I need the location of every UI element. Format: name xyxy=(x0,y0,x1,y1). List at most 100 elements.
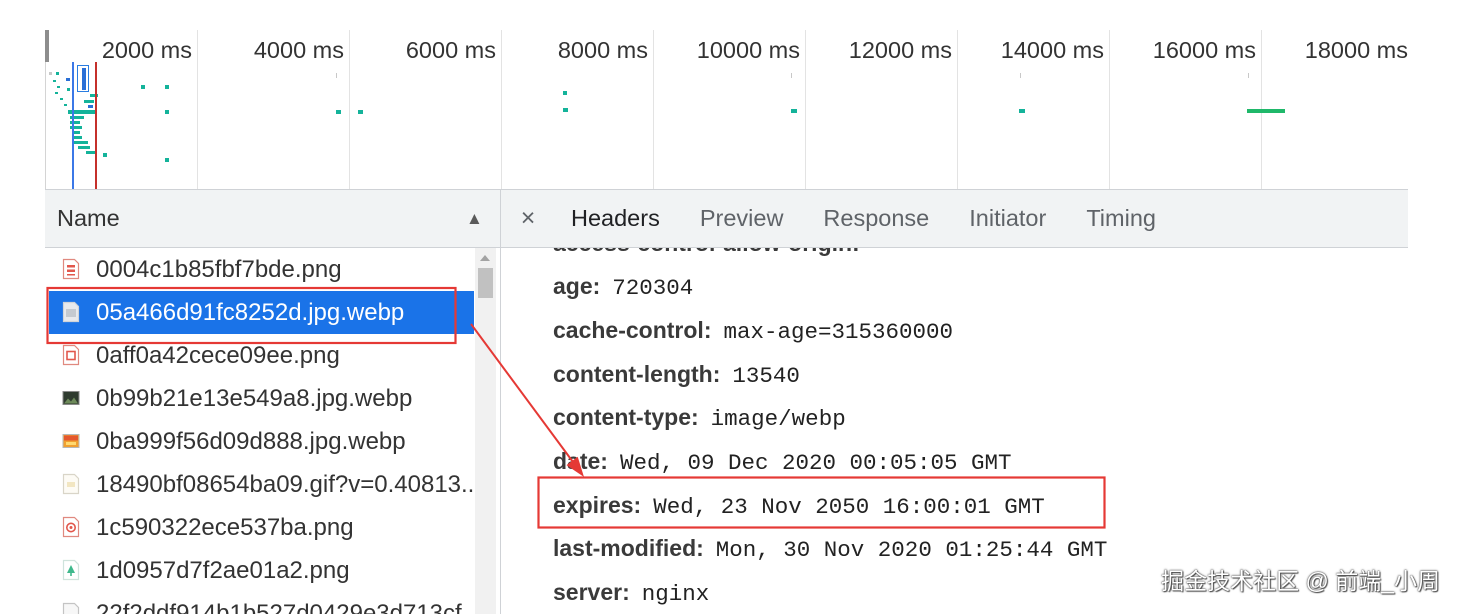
overview-tick-label: 18000 ms xyxy=(1304,37,1408,63)
response-header-name: date: xyxy=(553,448,608,474)
request-name: 0004c1b85fbf7bde.png xyxy=(96,256,342,283)
overview-request-bar xyxy=(358,110,363,114)
response-headers-view: access-control-allow-origin: age: 720304 ca… xyxy=(501,248,1408,614)
response-header-row: server: nginx xyxy=(553,570,709,614)
overview-request-bar xyxy=(1248,73,1249,78)
request-name: 1c590322ece537ba.png xyxy=(96,514,354,541)
request-list-scrollbar[interactable] xyxy=(475,248,496,614)
png-green-icon xyxy=(62,559,80,581)
overview-request-bar xyxy=(1020,73,1021,78)
overview-request-bar xyxy=(103,153,107,157)
sort-ascending-icon: ▲ xyxy=(466,209,483,228)
response-header-row: content-length: 13540 xyxy=(553,352,800,396)
details-tab-bar: × Headers Preview Response Initiator Timing xyxy=(501,189,1408,248)
request-row[interactable]: 1c590322ece537ba.png xyxy=(49,506,474,549)
overview-request-bar xyxy=(84,100,94,103)
domcontentloaded-line xyxy=(72,62,74,189)
request-name: 0b99b21e13e549a8.jpg.webp xyxy=(96,385,413,412)
png-square-icon xyxy=(62,344,80,366)
request-name: 22f2ddf914b1b527d0429e3d713cf xyxy=(96,600,462,614)
response-header-row: age: 720304 xyxy=(553,264,693,308)
file-icon xyxy=(62,602,80,614)
network-overview-timeline[interactable]: 2000 ms 4000 ms 6000 ms 8000 ms 10000 ms 1200… xyxy=(45,28,1408,189)
overview-request-bar xyxy=(56,72,59,75)
name-column-header[interactable]: Name ▲ xyxy=(45,189,500,248)
request-name: 18490bf08654ba09.gif?v=0.40813.. xyxy=(96,471,474,498)
tab-timing[interactable]: Timing xyxy=(1066,190,1176,247)
scroll-thumb[interactable] xyxy=(478,268,493,298)
response-header-name: content-length: xyxy=(553,360,721,387)
tab-initiator[interactable]: Initiator xyxy=(949,190,1066,247)
overview-request-bar xyxy=(66,78,70,81)
photo-dark-icon xyxy=(62,387,80,409)
request-row[interactable]: 0b99b21e13e549a8.jpg.webp xyxy=(49,377,474,420)
overview-request-bar xyxy=(563,108,568,112)
overview-request-bar xyxy=(57,86,60,88)
overview-request-bar xyxy=(563,91,567,95)
response-header-value: Wed, 23 Nov 2050 16:00:01 GMT xyxy=(653,493,1045,520)
response-header-row: last-modified: Mon, 30 Nov 2020 01:25:44 … xyxy=(553,526,1107,570)
overview-request-bar xyxy=(165,110,169,114)
response-header-value: 720304 xyxy=(612,275,694,302)
close-details-button[interactable]: × xyxy=(517,190,539,247)
scroll-up-arrow-icon[interactable] xyxy=(480,255,490,261)
tab-response[interactable]: Response xyxy=(803,190,949,247)
request-list: 0004c1b85fbf7bde.png 05a466d91fc8252d.jpg… xyxy=(45,248,500,614)
response-header-name: content-type: xyxy=(553,404,699,431)
overview-request-bar xyxy=(49,72,52,75)
response-header-name: cache-control: xyxy=(553,316,712,343)
overview-request-bar xyxy=(78,146,90,149)
request-name: 0ba999f56d09d888.jpg.webp xyxy=(96,428,406,455)
response-header-name: server: xyxy=(553,579,630,606)
overview-request-bar xyxy=(336,110,341,114)
watermark: 掘金技术社区 @ 前端_小周 xyxy=(1161,568,1440,594)
tab-preview[interactable]: Preview xyxy=(680,190,804,247)
gif-file-icon xyxy=(62,473,80,495)
overview-request-bar xyxy=(64,104,67,106)
image-file-icon xyxy=(62,301,80,323)
request-row[interactable]: 22f2ddf914b1b527d0429e3d713cf xyxy=(49,592,474,614)
response-header-value: Mon, 30 Nov 2020 01:25:44 GMT xyxy=(715,537,1108,564)
overview-request-bar xyxy=(791,73,792,78)
request-row[interactable]: 18490bf08654ba09.gif?v=0.40813.. xyxy=(49,463,474,506)
request-row[interactable]: 0ba999f56d09d888.jpg.webp xyxy=(49,420,474,463)
request-row[interactable]: 0aff0a42cece09ee.png xyxy=(49,334,474,377)
response-header-value: 13540 xyxy=(732,362,800,389)
overview-request-bar xyxy=(165,85,169,89)
png-file-icon xyxy=(62,258,80,280)
request-row[interactable]: 0004c1b85fbf7bde.png xyxy=(49,248,474,291)
response-header-row: access-control-allow-origin: xyxy=(553,248,872,265)
overview-request-bar xyxy=(74,141,88,144)
overview-request-bar xyxy=(336,73,337,78)
response-header-name: last-modified: xyxy=(553,535,704,562)
png-circle-icon xyxy=(62,516,80,538)
request-name: 05a466d91fc8252d.jpg.webp xyxy=(96,299,405,326)
overview-request-bar xyxy=(1019,109,1025,113)
overview-selected-request-box xyxy=(77,65,89,92)
overview-request-bar xyxy=(141,85,145,89)
request-name: 1d0957d7f2ae01a2.png xyxy=(96,557,350,584)
tab-headers[interactable]: Headers xyxy=(551,190,680,247)
response-header-value: image/webp xyxy=(710,406,846,433)
response-header-value: Wed, 09 Dec 2020 00:05:05 GMT xyxy=(619,450,1012,476)
network-panels: Name ▲ × Headers Preview Response Initiator… xyxy=(45,189,1408,614)
response-header-row: cache-control: max-age=315360000 xyxy=(553,308,953,352)
load-line xyxy=(95,62,97,189)
request-name: 0aff0a42cece09ee.png xyxy=(96,342,340,369)
overview-request-bar xyxy=(165,158,169,162)
overview-request-bar xyxy=(88,105,93,108)
request-row[interactable]: 1d0957d7f2ae01a2.png xyxy=(49,549,474,592)
overview-request-bar xyxy=(60,98,63,100)
name-column-label: Name xyxy=(57,205,120,231)
response-header-row: expires: Wed, 23 Nov 2050 16:00:01 GMT xyxy=(553,483,1045,527)
response-header-value: max-age=315360000 xyxy=(723,318,954,345)
panel-divider[interactable] xyxy=(500,189,501,614)
overview-request-bar xyxy=(1247,109,1285,113)
overview-request-bar xyxy=(791,109,797,113)
details-tabs: Headers Preview Response Initiator Timing xyxy=(551,190,1176,247)
response-header-name: age: xyxy=(553,273,601,300)
response-header-name: access-control-allow-origin: xyxy=(553,248,860,256)
request-row-selected[interactable]: 05a466d91fc8252d.jpg.webp xyxy=(49,291,474,334)
response-header-name: expires: xyxy=(553,491,642,518)
response-header-value: nginx xyxy=(641,581,710,608)
